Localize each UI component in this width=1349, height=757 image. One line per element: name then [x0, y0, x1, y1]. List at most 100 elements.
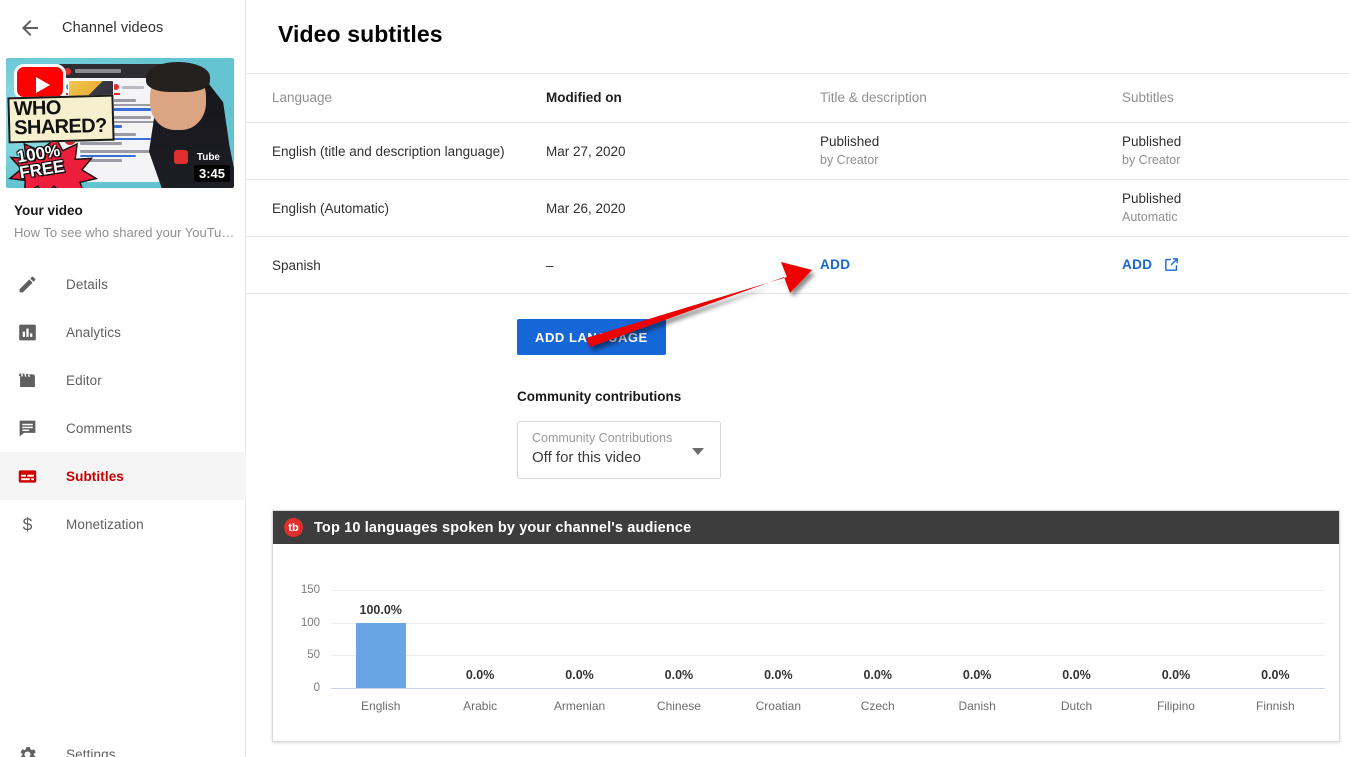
bar-value-label: 0.0% [1261, 668, 1290, 682]
bar-group[interactable]: 0.0% [1027, 590, 1126, 688]
x-tick-label: English [331, 699, 430, 713]
cell-modified-on: Mar 26, 2020 [546, 200, 820, 217]
dollar-icon: $ [14, 511, 40, 537]
x-tick-label: Chinese [629, 699, 728, 713]
cell-language: English (title and description language) [272, 143, 546, 160]
sidebar-header-title: Channel videos [62, 20, 163, 36]
bar-chart-icon [14, 319, 40, 345]
chart-panel-header: tb Top 10 languages spoken by your chann… [273, 511, 1339, 544]
sidebar-item-label: Comments [66, 421, 132, 436]
table-row[interactable]: English (Automatic) Mar 26, 2020 Publish… [246, 180, 1349, 237]
video-description: How To see who shared your YouTu… [14, 225, 239, 240]
x-tick-label: Croatian [729, 699, 828, 713]
sidebar-item-subtitles[interactable]: Subtitles [0, 452, 246, 500]
bar-group[interactable]: 0.0% [927, 590, 1026, 688]
cell-language: Spanish [272, 257, 546, 274]
x-tick-label: Filipino [1126, 699, 1225, 713]
column-header-modified-on: Modified on [546, 90, 622, 105]
x-tick-label: Arabic [430, 699, 529, 713]
bar-group[interactable]: 0.0% [828, 590, 927, 688]
youtube-studio-subtitles-page: Channel videos [0, 0, 1349, 757]
chart-x-axis-labels: English Arabic Armenian Chinese Croatian… [331, 699, 1325, 713]
clapperboard-icon [14, 367, 40, 393]
sidebar-nav: Details Analytics [0, 260, 246, 548]
back-arrow-icon[interactable] [18, 16, 42, 40]
thumbnail-image: Tube WHO SHARED? 100% FREE 3:45 [6, 58, 234, 188]
bar-group[interactable]: 0.0% [430, 590, 529, 688]
bar-group[interactable]: 0.0% [1226, 590, 1325, 688]
cell-title-description: Published by Creator [820, 133, 1122, 169]
page-title: Video subtitles [278, 21, 443, 48]
video-meta: Your video How To see who shared your Yo… [14, 203, 239, 240]
sidebar-item-label: Details [66, 277, 108, 292]
bar-value-label: 0.0% [863, 668, 892, 682]
y-tick-label: 0 [314, 682, 320, 694]
subtitles-table: Language Modified on Title & description… [246, 73, 1349, 294]
community-contributions-label: Community contributions [517, 389, 681, 404]
bar[interactable] [356, 623, 406, 688]
cell-modified-on: – [546, 257, 820, 274]
bar-value-label: 0.0% [963, 668, 992, 682]
sidebar: Channel videos [0, 0, 246, 757]
bar-group[interactable]: 0.0% [530, 590, 629, 688]
subtitles-icon [14, 463, 40, 489]
y-tick-label: 100 [301, 617, 320, 629]
thumbnail-who-shared-text: WHO SHARED? [7, 95, 115, 144]
community-contributions-select[interactable]: Community Contributions Off for this vid… [517, 421, 721, 479]
select-floating-label: Community Contributions [532, 431, 672, 445]
sidebar-item-details[interactable]: Details [0, 260, 246, 308]
chevron-down-icon[interactable] [692, 448, 704, 455]
bar-value-label: 100.0% [360, 603, 402, 617]
x-tick-label: Danish [927, 699, 1026, 713]
table-row[interactable]: Spanish – ADD ADD [246, 237, 1349, 294]
y-tick-label: 50 [307, 649, 320, 661]
external-link-icon[interactable] [1163, 256, 1180, 273]
bar-value-label: 0.0% [764, 668, 793, 682]
x-tick-label: Czech [828, 699, 927, 713]
column-header-subtitles: Subtitles [1122, 90, 1174, 105]
x-tick-label: Armenian [530, 699, 629, 713]
add-title-description-link[interactable]: ADD [820, 257, 850, 272]
cell-title-description: ADD [820, 256, 1122, 274]
bar-group[interactable]: 0.0% [629, 590, 728, 688]
table-header-row: Language Modified on Title & description… [246, 73, 1349, 123]
thumbnail-free-badge: 100% FREE [16, 143, 66, 182]
sidebar-item-editor[interactable]: Editor [0, 356, 246, 404]
add-subtitles-label: ADD [1122, 257, 1152, 272]
sidebar-item-monetization[interactable]: $ Monetization [0, 500, 246, 548]
sidebar-item-settings[interactable]: Settings [0, 730, 246, 757]
bar-group[interactable]: 0.0% [729, 590, 828, 688]
svg-text:$: $ [22, 514, 32, 534]
bar-group[interactable]: 0.0% [1126, 590, 1225, 688]
add-subtitles-link[interactable]: ADD [1122, 256, 1180, 273]
audience-languages-panel: tb Top 10 languages spoken by your chann… [272, 510, 1340, 742]
x-tick-label: Finnish [1226, 699, 1325, 713]
sidebar-item-analytics[interactable]: Analytics [0, 308, 246, 356]
chart-bars: 100.0% 0.0% 0.0% 0.0% [331, 590, 1325, 688]
column-header-language: Language [272, 90, 332, 105]
bar-value-label: 0.0% [466, 668, 495, 682]
video-thumbnail[interactable]: Tube WHO SHARED? 100% FREE 3:45 [6, 58, 234, 188]
column-header-title-description: Title & description [820, 90, 927, 105]
sidebar-item-label: Editor [66, 373, 102, 388]
sidebar-settings-group: Settings [0, 730, 246, 757]
x-tick-label: Dutch [1027, 699, 1126, 713]
sidebar-item-comments[interactable]: Comments [0, 404, 246, 452]
comment-icon [14, 415, 40, 441]
y-tick-label: 150 [301, 584, 320, 596]
table-row[interactable]: English (title and description language)… [246, 123, 1349, 180]
cell-modified-on: Mar 27, 2020 [546, 143, 820, 160]
pencil-icon [14, 271, 40, 297]
video-title: Your video [14, 203, 239, 218]
chart-plot-area: 150 100 50 0 100.0% 0.0% [331, 590, 1325, 688]
youtube-play-icon [14, 64, 66, 100]
bar-group[interactable]: 100.0% [331, 590, 430, 688]
chart-body: 150 100 50 0 100.0% 0.0% [273, 544, 1339, 741]
bar-value-label: 0.0% [565, 668, 594, 682]
thumbnail-shirt-text: Tube [197, 152, 220, 163]
add-language-button[interactable]: ADD LANGUAGE [517, 319, 666, 355]
bar-value-label: 0.0% [665, 668, 694, 682]
gear-icon [14, 741, 40, 757]
cell-language: English (Automatic) [272, 200, 546, 217]
x-axis-line: 0 [331, 688, 1325, 689]
